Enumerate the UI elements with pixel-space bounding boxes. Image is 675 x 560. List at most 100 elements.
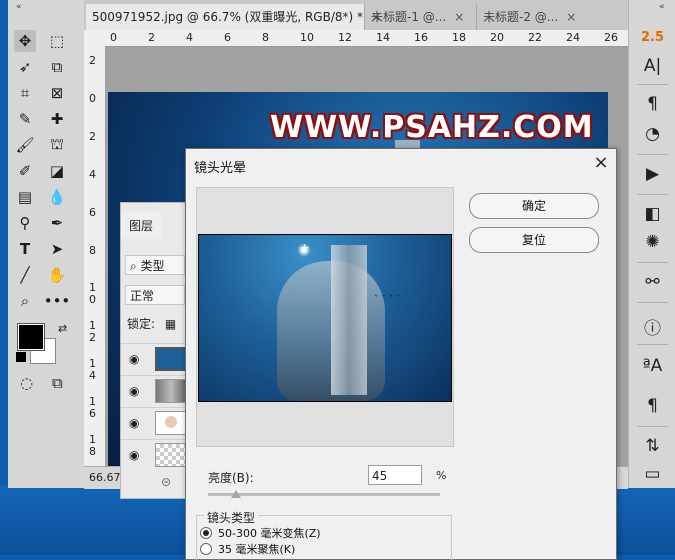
layer-comp-icon[interactable]: ▭ (629, 464, 675, 484)
hand-tool-icon[interactable]: ✋ (46, 264, 68, 286)
collapse-right-icon[interactable]: « (659, 2, 665, 12)
line-tool-icon[interactable]: ╱ (14, 264, 36, 286)
layer-row[interactable]: ◉ (121, 375, 189, 406)
swatch-book-icon[interactable]: ◧ (629, 204, 675, 224)
layer-row[interactable]: ◉ (121, 343, 189, 374)
layer-row[interactable]: ◉ (121, 439, 189, 470)
brush-tool-icon[interactable]: 🖌 (14, 134, 36, 156)
visibility-eye-icon[interactable]: ◉ (129, 448, 139, 462)
history-brush-tool-icon[interactable]: ✐ (14, 160, 36, 182)
reset-button[interactable]: 复位 (469, 227, 599, 253)
layers-panel: 图层 ⌕ 类型 正常 锁定: ▦ ◉ ◉ ◉ ◉ ⊝ (120, 202, 190, 499)
tab-untitled-2[interactable]: 未标题-2 @... × (476, 4, 588, 30)
vertical-ruler[interactable]: 2 0 2 4 6 8 1 0 1 2 1 4 1 6 1 8 (84, 46, 106, 466)
frame-tool-icon[interactable]: ⊠ (46, 82, 68, 104)
zoom-tool-icon[interactable]: ⌕ (14, 290, 36, 312)
screen-mode-icon[interactable]: ⧉ (52, 374, 63, 392)
tab-layers[interactable]: 图层 (121, 213, 161, 239)
share-icon[interactable]: ⚯ (629, 272, 675, 292)
blend-mode-select[interactable]: 正常 (125, 285, 185, 305)
crop-tool-icon[interactable]: ⌗ (14, 82, 36, 104)
collapse-left-icon[interactable]: « (16, 2, 22, 12)
layer-thumbnail (155, 443, 187, 467)
ruler-tick: 8 (262, 31, 269, 44)
burst-icon[interactable]: ✺ (629, 232, 675, 252)
ruler-tick: 2 (148, 31, 155, 44)
ruler-tick: 1 8 (89, 433, 96, 458)
ok-button[interactable]: 确定 (469, 193, 599, 219)
move-tool-icon[interactable]: ✥ (14, 30, 36, 52)
swap-colors-icon[interactable]: ⇄ (58, 322, 67, 335)
lens-50-300-label[interactable]: 50-300 毫米变焦(Z) (218, 525, 321, 541)
default-colors-icon[interactable] (16, 352, 26, 362)
divider (637, 426, 668, 427)
divider (637, 344, 668, 345)
healing-brush-tool-icon[interactable]: ✚ (46, 108, 68, 130)
divider (637, 194, 668, 195)
glyph-icon[interactable]: ◔ (629, 124, 675, 144)
ruler-tick: 1 2 (89, 319, 96, 344)
ruler-corner (84, 30, 106, 47)
brightness-label: 亮度(B): (208, 471, 254, 485)
brightness-slider[interactable] (208, 493, 440, 496)
lens-50-300-radio[interactable] (200, 527, 212, 539)
search-icon: ⌕ (130, 259, 141, 273)
visibility-eye-icon[interactable]: ◉ (129, 416, 139, 430)
para-style-icon[interactable]: ¶ (629, 396, 675, 416)
visibility-eye-icon[interactable]: ◉ (129, 384, 139, 398)
lock-label-text: 锁定: (127, 317, 156, 331)
ruler-tick: 6 (89, 206, 96, 219)
adjust-icon[interactable]: ⇅ (629, 436, 675, 456)
marquee-tool-icon[interactable]: ⬚ (46, 30, 68, 52)
play-icon[interactable]: ▶ (629, 164, 675, 184)
dodge-tool-icon[interactable]: ⚲ (14, 212, 36, 234)
foreground-color-swatch[interactable] (17, 323, 45, 351)
pen-tool-icon[interactable]: ✒ (46, 212, 68, 234)
ruler-tick: 0 (89, 92, 96, 105)
info-icon[interactable]: ⓘ (629, 314, 675, 339)
quick-mask-icon[interactable]: ◌ (20, 374, 33, 392)
eraser-tool-icon[interactable]: ◪ (46, 160, 68, 182)
ruler-tick: 26 (604, 31, 618, 44)
lock-label: 锁定: ▦ (127, 315, 176, 332)
object-select-tool-icon[interactable]: ⧉ (46, 56, 68, 78)
ruler-tick: 4 (186, 31, 193, 44)
link-layers-icon[interactable]: ⊝ (161, 475, 171, 489)
divider (637, 302, 668, 303)
path-select-tool-icon[interactable]: ➤ (46, 238, 68, 260)
layer-thumbnail (155, 379, 187, 403)
paragraph-icon[interactable]: ¶ (629, 94, 675, 114)
horizontal-ruler[interactable]: 0 2 4 6 8 10 12 14 16 18 20 22 24 26 (105, 30, 628, 47)
tab-untitled-1[interactable]: 未标题-1 @... × (364, 4, 476, 30)
close-icon[interactable]: × (454, 10, 464, 24)
brightness-input[interactable]: 45 (368, 465, 422, 485)
ruler-tick: 6 (224, 31, 231, 44)
preview-image[interactable]: + ˇ ˇ ˇ ˇ (198, 234, 452, 402)
layer-filter-select[interactable]: ⌕ 类型 (125, 255, 185, 275)
character-icon[interactable]: A| (629, 56, 675, 76)
slider-thumb[interactable] (231, 490, 241, 498)
gradient-tool-icon[interactable]: ▤ (14, 186, 36, 208)
ruler-tick: 8 (89, 244, 96, 257)
lasso-tool-icon[interactable]: ➶ (14, 56, 36, 78)
ruler-tick: 18 (452, 31, 466, 44)
preview-panel: + ˇ ˇ ˇ ˇ (196, 187, 454, 447)
more-tools-icon[interactable]: ••• (44, 290, 71, 312)
divider (637, 262, 668, 263)
close-icon[interactable]: × (566, 10, 576, 24)
ruler-tick: 20 (490, 31, 504, 44)
lock-transparency-icon[interactable]: ▦ (165, 317, 176, 331)
tab-label: 未标题-2 @... (483, 10, 559, 24)
version-value[interactable]: 2.5 (629, 30, 675, 45)
char-style-icon[interactable]: ªA (629, 356, 675, 376)
layer-row[interactable]: ◉ (121, 407, 189, 438)
close-icon[interactable]: × (590, 152, 612, 174)
eyedropper-tool-icon[interactable]: ✎ (14, 108, 36, 130)
lens-35-radio[interactable] (200, 543, 212, 555)
tab-document-active[interactable]: 500971952.jpg @ 66.7% (双重曝光, RGB/8*) * × (86, 4, 381, 30)
visibility-eye-icon[interactable]: ◉ (129, 352, 139, 366)
stamp-tool-icon[interactable]: ⛫ (46, 134, 68, 156)
blur-tool-icon[interactable]: 💧 (46, 186, 68, 208)
type-tool-icon[interactable]: T (14, 238, 36, 260)
ruler-tick: 12 (338, 31, 352, 44)
